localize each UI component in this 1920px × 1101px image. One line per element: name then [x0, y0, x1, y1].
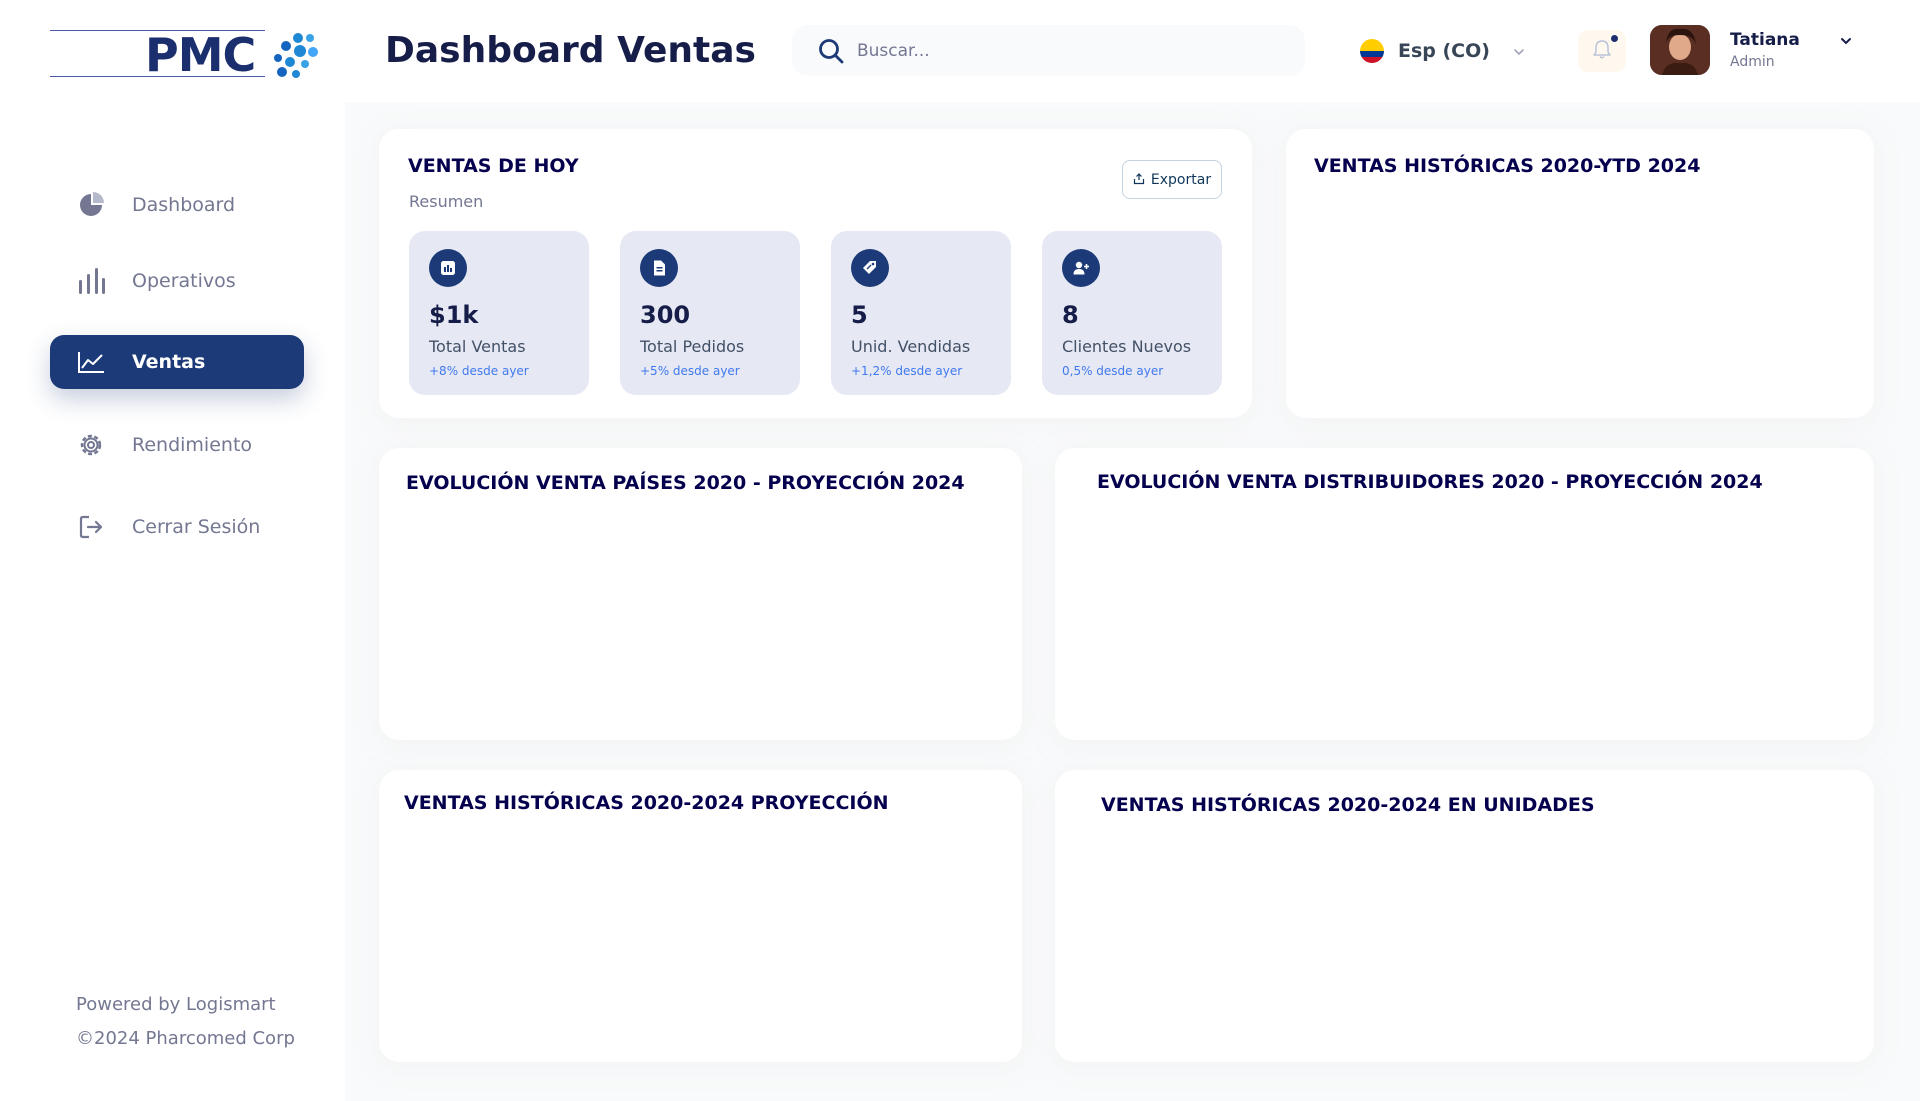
- card-title: EVOLUCIÓN VENTA DISTRIBUIDORES 2020 - PR…: [1097, 471, 1763, 493]
- line-chart-icon: [76, 347, 106, 377]
- sidebar-item-rendimiento[interactable]: Rendimiento: [50, 418, 304, 472]
- logo-text: PMC: [145, 28, 256, 82]
- stat-value: 5: [851, 301, 868, 329]
- stat-card-total-pedidos: 300 Total Pedidos +5% desde ayer: [620, 231, 800, 395]
- today-sales-card: VENTAS DE HOY Resumen Exportar $1k Total…: [379, 129, 1252, 418]
- notifications-button[interactable]: [1578, 30, 1626, 72]
- sidebar-footer: Powered by Logismart ©2024 Pharcomed Cor…: [76, 988, 295, 1056]
- user-menu-chevron-icon[interactable]: [1838, 33, 1854, 47]
- add-user-icon: [1062, 249, 1100, 287]
- sidebar-item-cerrar-sesion[interactable]: Cerrar Sesión: [50, 500, 304, 554]
- export-icon: [1133, 170, 1145, 189]
- distributor-sales-evolution-card: EVOLUCIÓN VENTA DISTRIBUIDORES 2020 - PR…: [1055, 448, 1874, 740]
- sidebar-item-label: Rendimiento: [132, 434, 253, 456]
- stat-card-clientes-nuevos: 8 Clientes Nuevos 0,5% desde ayer: [1042, 231, 1222, 395]
- card-subtitle: Resumen: [409, 192, 484, 211]
- sidebar-item-label: Operativos: [132, 270, 236, 292]
- pie-chart-icon: [76, 190, 106, 220]
- stat-card-unid-vendidas: 5 Unid. Vendidas +1,2% desde ayer: [831, 231, 1011, 395]
- language-label: Esp (CO): [1398, 40, 1490, 62]
- user-name: Tatiana: [1730, 30, 1800, 50]
- stat-value: $1k: [429, 301, 479, 329]
- card-title: VENTAS DE HOY: [408, 155, 579, 177]
- copyright-text: ©2024 Pharcomed Corp: [76, 1028, 295, 1049]
- card-title: EVOLUCIÓN VENTA PAÍSES 2020 - PROYECCIÓN…: [406, 472, 965, 494]
- bar-chart-icon: [76, 266, 106, 296]
- stat-change: +8% desde ayer: [429, 364, 529, 378]
- historic-sales-ytd-card: VENTAS HISTÓRICAS 2020-YTD 2024: [1286, 129, 1874, 418]
- stat-value: 8: [1062, 301, 1079, 329]
- stat-card-total-ventas: $1k Total Ventas +8% desde ayer: [409, 231, 589, 395]
- card-title: VENTAS HISTÓRICAS 2020-2024 PROYECCIÓN: [404, 792, 889, 814]
- sidebar-item-label: Dashboard: [132, 194, 236, 216]
- sidebar-item-operativos[interactable]: Operativos: [50, 254, 304, 308]
- sidebar-item-label: Ventas: [132, 351, 206, 373]
- stat-label: Clientes Nuevos: [1062, 337, 1192, 356]
- avatar[interactable]: [1650, 25, 1710, 75]
- sidebar-item-label: Cerrar Sesión: [132, 516, 261, 538]
- gear-icon: [76, 430, 106, 460]
- stat-change: +5% desde ayer: [640, 364, 740, 378]
- historic-sales-units-card: VENTAS HISTÓRICAS 2020-2024 EN UNIDADES: [1055, 770, 1874, 1062]
- colombia-flag-icon: [1360, 39, 1384, 63]
- bell-icon: [1591, 38, 1613, 64]
- search-input[interactable]: [857, 40, 1257, 61]
- search-icon: [817, 37, 845, 65]
- stat-label: Unid. Vendidas: [851, 337, 971, 356]
- country-sales-evolution-card: EVOLUCIÓN VENTA PAÍSES 2020 - PROYECCIÓN…: [379, 448, 1022, 740]
- card-title: VENTAS HISTÓRICAS 2020-2024 EN UNIDADES: [1101, 794, 1595, 816]
- historic-sales-projection-card: VENTAS HISTÓRICAS 2020-2024 PROYECCIÓN: [379, 770, 1022, 1062]
- search-bar[interactable]: [792, 25, 1305, 76]
- powered-by-text: Powered by Logismart: [76, 994, 276, 1015]
- export-button[interactable]: Exportar: [1122, 160, 1222, 199]
- chevron-down-icon: [1512, 44, 1526, 58]
- page-title: Dashboard Ventas: [385, 30, 756, 71]
- language-selector[interactable]: Esp (CO): [1360, 36, 1526, 66]
- chart-icon: [429, 249, 467, 287]
- stat-label: Total Pedidos: [640, 337, 745, 356]
- stat-change: +1,2% desde ayer: [851, 364, 963, 378]
- notification-dot: [1611, 35, 1618, 42]
- export-label: Exportar: [1150, 171, 1212, 188]
- logout-icon: [76, 512, 106, 542]
- sidebar: PMC Dashboard Operativos Ventas Rendimie…: [0, 0, 345, 1101]
- logo-dots-icon: [274, 33, 318, 78]
- tag-icon: [851, 249, 889, 287]
- brand-logo[interactable]: PMC: [50, 28, 320, 82]
- user-role: Admin: [1730, 54, 1775, 70]
- document-icon: [640, 249, 678, 287]
- stat-change: 0,5% desde ayer: [1062, 364, 1164, 378]
- card-title: VENTAS HISTÓRICAS 2020-YTD 2024: [1314, 155, 1701, 177]
- stat-value: 300: [640, 301, 691, 329]
- sidebar-item-ventas[interactable]: Ventas: [50, 335, 304, 389]
- stat-label: Total Ventas: [429, 337, 526, 356]
- sidebar-item-dashboard[interactable]: Dashboard: [50, 178, 304, 232]
